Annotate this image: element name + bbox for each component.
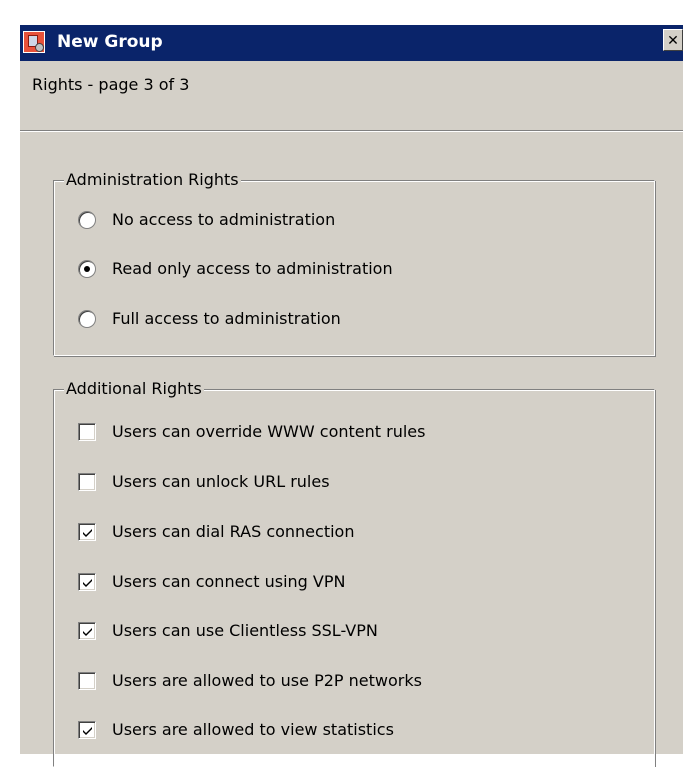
checkbox-label: Users are allowed to use P2P networks <box>112 671 422 690</box>
page-heading: Rights - page 3 of 3 <box>32 75 190 94</box>
checkbox[interactable] <box>78 523 96 541</box>
radio-button[interactable] <box>78 260 96 278</box>
radio-button[interactable] <box>78 310 96 328</box>
checkbox[interactable] <box>78 622 96 640</box>
checkmark-icon <box>83 529 92 537</box>
checkbox-label: Users can override WWW content rules <box>112 422 426 441</box>
checkbox-label: Users can connect using VPN <box>112 572 346 591</box>
header-separator <box>20 130 683 132</box>
checkmark-icon <box>83 628 92 636</box>
checkbox-label: Users can use Clientless SSL-VPN <box>112 621 378 640</box>
group-app-icon <box>23 31 45 53</box>
radio-button[interactable] <box>78 211 96 229</box>
additional-rights-legend: Additional Rights <box>64 377 204 401</box>
close-button[interactable]: ✕ <box>663 29 683 51</box>
checkbox[interactable] <box>78 423 96 441</box>
window-title: New Group <box>57 32 163 52</box>
new-group-dialog: New Group ✕ Rights - page 3 of 3 Adminis… <box>19 24 683 767</box>
close-icon: ✕ <box>667 33 679 49</box>
radio-label: No access to administration <box>112 210 336 229</box>
title-bar[interactable]: New Group ✕ <box>20 25 683 61</box>
radio-label: Full access to administration <box>112 309 341 328</box>
additional-rights-group: Additional Rights Users can override WWW… <box>53 377 655 767</box>
administration-rights-group: Administration Rights No access to admin… <box>53 168 655 356</box>
checkbox[interactable] <box>78 573 96 591</box>
checkbox[interactable] <box>78 672 96 690</box>
checkbox[interactable] <box>78 721 96 739</box>
radio-label: Read only access to administration <box>112 259 393 278</box>
radio-selected-dot <box>84 266 90 272</box>
checkbox-label: Users can unlock URL rules <box>112 472 330 491</box>
checkmark-icon <box>83 727 92 735</box>
checkmark-icon <box>83 579 92 587</box>
checkbox-label: Users can dial RAS connection <box>112 522 355 541</box>
checkbox[interactable] <box>78 473 96 491</box>
administration-rights-legend: Administration Rights <box>64 168 241 192</box>
checkbox-label: Users are allowed to view statistics <box>112 720 394 739</box>
